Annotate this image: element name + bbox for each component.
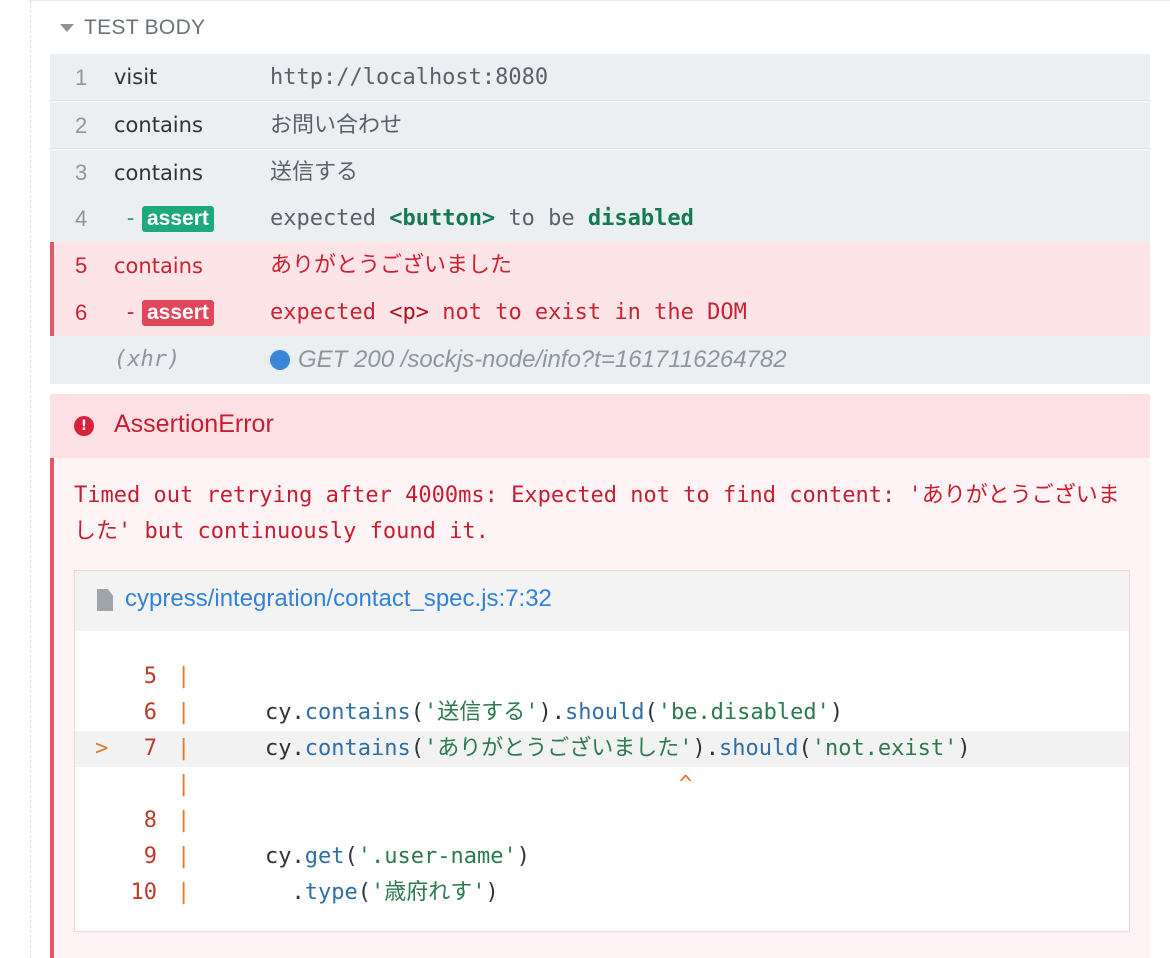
xhr-message: GET 200 /sockjs-node/info?t=161711626478… xyxy=(270,336,787,384)
command-row[interactable]: 3 contains 送信する xyxy=(50,150,1150,196)
error-indicator xyxy=(50,394,54,958)
top-border xyxy=(30,0,1170,1)
code-text: cy.contains('送信する').should('be.disabled'… xyxy=(265,700,844,725)
code-line: | ^ xyxy=(75,767,1129,803)
assert-message: expected <p> not to exist in the DOM xyxy=(270,300,747,325)
command-number: 3 xyxy=(75,160,88,185)
code-frame: cypress/integration/contact_spec.js:7:32… xyxy=(74,570,1130,932)
error-caret: ^ xyxy=(679,772,693,797)
code-line: 8 | xyxy=(143,808,191,833)
code-line-highlighted: > 7 | cy.contains('ありがとうございました').should(… xyxy=(75,731,1129,767)
command-number: 4 xyxy=(75,206,88,231)
command-message: お問い合わせ xyxy=(270,113,403,138)
code-text: cy.get('.user-name') xyxy=(265,844,530,869)
command-row-assert[interactable]: 4 - assert expected <button> to be disab… xyxy=(50,196,1150,242)
error-panel: ! AssertionError Timed out retrying afte… xyxy=(50,394,1150,958)
command-row-failed[interactable]: 5 contains ありがとうございました xyxy=(50,242,1150,290)
xhr-request: GET 200 /sockjs-node/info?t=161711626478… xyxy=(298,346,787,373)
error-type: AssertionError xyxy=(114,410,274,438)
code-line: 10 | .type('歳府れす') xyxy=(75,875,1129,911)
command-number: 2 xyxy=(75,113,88,138)
command-number: 6 xyxy=(75,300,88,325)
assert-badge: assert xyxy=(142,300,214,326)
xhr-label: (xhr) xyxy=(114,347,181,372)
command-name: contains xyxy=(114,113,203,137)
code-text: .type('歳府れす') xyxy=(265,880,499,905)
test-body-header[interactable]: TEST BODY xyxy=(60,14,205,42)
caret-down-icon[interactable] xyxy=(60,24,74,32)
code-text: cy.contains('ありがとうございました').should('not.e… xyxy=(265,736,971,761)
assert-message: expected <button> to be disabled xyxy=(270,206,694,231)
command-number: 1 xyxy=(75,65,88,90)
error-header: ! AssertionError xyxy=(50,394,1150,458)
command-name: contains xyxy=(114,161,203,185)
file-link[interactable]: cypress/integration/contact_spec.js:7:32 xyxy=(125,585,552,613)
indent-guide xyxy=(30,0,31,958)
code-line: 5 | xyxy=(143,664,191,689)
command-row-xhr[interactable]: (xhr) GET 200 /sockjs-node/info?t=161711… xyxy=(50,336,1150,384)
assert-badge: assert xyxy=(142,206,214,232)
command-row-assert-failed[interactable]: 6 - assert expected <p> not to exist in … xyxy=(50,290,1150,336)
file-icon xyxy=(97,589,113,611)
command-name: contains xyxy=(114,254,203,278)
status-dot-icon xyxy=(270,350,290,370)
command-number: 5 xyxy=(75,253,88,278)
code-line: 9 | cy.get('.user-name') xyxy=(75,839,1129,875)
section-title: TEST BODY xyxy=(84,16,206,39)
code-frame-header: cypress/integration/contact_spec.js:7:32 xyxy=(75,571,1129,631)
command-row[interactable]: 2 contains お問い合わせ xyxy=(50,102,1150,149)
command-message: ありがとうございました xyxy=(270,253,513,278)
error-message: Timed out retrying after 4000ms: Expecte… xyxy=(74,483,1120,544)
assert-dash: - xyxy=(124,300,138,325)
fail-indicator xyxy=(50,242,54,290)
command-message: http://localhost:8080 xyxy=(270,65,549,90)
code-line: 6 | cy.contains('送信する').should('be.disab… xyxy=(75,695,1129,731)
command-name: visit xyxy=(114,65,158,89)
fail-indicator xyxy=(50,290,54,336)
exclamation-circle-icon: ! xyxy=(74,416,94,436)
command-message: 送信する xyxy=(270,160,359,185)
assert-dash: - xyxy=(124,206,138,231)
command-row[interactable]: 1 visit http://localhost:8080 xyxy=(50,54,1150,101)
